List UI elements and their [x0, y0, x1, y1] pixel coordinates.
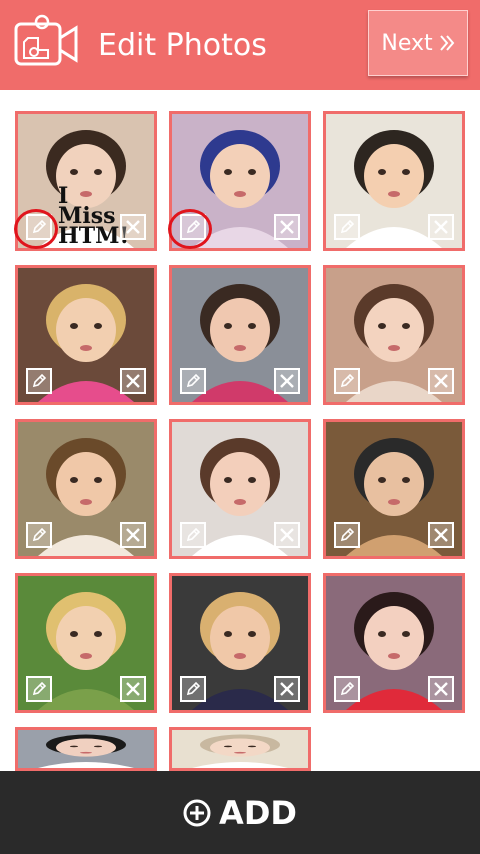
plus-circle-icon [183, 799, 211, 826]
next-label: Next [381, 30, 433, 56]
edit-photo-button[interactable] [26, 676, 52, 702]
edit-photo-button[interactable] [180, 676, 206, 702]
pencil-icon [186, 219, 201, 234]
page-title: Edit Photos [98, 28, 267, 63]
photo-grid: I Miss HTM! [0, 0, 480, 771]
close-icon [126, 220, 140, 234]
pencil-icon [186, 527, 201, 542]
app-header: Edit Photos Next [0, 0, 480, 90]
photo-tile[interactable] [169, 111, 311, 251]
delete-photo-button[interactable] [428, 522, 454, 548]
delete-photo-button[interactable] [428, 676, 454, 702]
add-label: ADD [219, 793, 297, 832]
delete-photo-button[interactable] [274, 214, 300, 240]
next-button[interactable]: Next [368, 10, 468, 76]
add-button[interactable]: ADD [183, 794, 297, 832]
edit-photo-button[interactable] [334, 368, 360, 394]
edit-photo-button[interactable] [180, 214, 206, 240]
photo-tile[interactable] [169, 419, 311, 559]
edit-photo-button[interactable] [334, 214, 360, 240]
pencil-icon [340, 373, 355, 388]
edit-photo-button[interactable] [180, 522, 206, 548]
photo-thumbnail [18, 730, 154, 768]
photo-tile[interactable] [323, 265, 465, 405]
pencil-icon [32, 219, 47, 234]
delete-photo-button[interactable] [428, 214, 454, 240]
photo-tile[interactable] [15, 573, 157, 713]
pencil-icon [340, 681, 355, 696]
photo-video-icon [14, 14, 78, 66]
edit-photo-button[interactable] [334, 676, 360, 702]
photo-tile[interactable] [323, 419, 465, 559]
delete-photo-button[interactable] [428, 368, 454, 394]
close-icon [280, 374, 294, 388]
photo-tile[interactable] [15, 727, 157, 771]
edit-photo-button[interactable] [26, 522, 52, 548]
photo-thumbnail [172, 730, 308, 768]
close-icon [126, 528, 140, 542]
photo-caption: I Miss HTM! [58, 185, 130, 249]
photo-tile[interactable] [15, 265, 157, 405]
edit-photo-button[interactable] [334, 522, 360, 548]
edit-photo-button[interactable] [26, 368, 52, 394]
edit-photo-button[interactable] [180, 368, 206, 394]
double-chevron-right-icon [439, 35, 454, 51]
edit-photo-button[interactable] [26, 214, 52, 240]
photo-caption-line: HTM! [58, 223, 130, 249]
close-icon [434, 682, 448, 696]
delete-photo-button[interactable] [274, 522, 300, 548]
close-icon [280, 682, 294, 696]
pencil-icon [340, 219, 355, 234]
close-icon [126, 374, 140, 388]
close-icon [280, 220, 294, 234]
photo-tile[interactable] [323, 111, 465, 251]
photo-tile[interactable] [323, 573, 465, 713]
close-icon [126, 682, 140, 696]
pencil-icon [32, 373, 47, 388]
pencil-icon [186, 681, 201, 696]
photo-tile[interactable]: I Miss HTM! [15, 111, 157, 251]
close-icon [280, 528, 294, 542]
delete-photo-button[interactable] [120, 368, 146, 394]
close-icon [434, 220, 448, 234]
delete-photo-button[interactable] [120, 676, 146, 702]
pencil-icon [186, 373, 201, 388]
delete-photo-button[interactable] [120, 214, 146, 240]
delete-photo-button[interactable] [120, 522, 146, 548]
pencil-icon [32, 527, 47, 542]
delete-photo-button[interactable] [274, 676, 300, 702]
photo-tile[interactable] [169, 727, 311, 771]
delete-photo-button[interactable] [274, 368, 300, 394]
close-icon [434, 528, 448, 542]
add-bar[interactable]: ADD [0, 771, 480, 854]
photo-tile[interactable] [169, 573, 311, 713]
pencil-icon [340, 527, 355, 542]
pencil-icon [32, 681, 47, 696]
close-icon [434, 374, 448, 388]
photo-tile[interactable] [169, 265, 311, 405]
photo-tile[interactable] [15, 419, 157, 559]
